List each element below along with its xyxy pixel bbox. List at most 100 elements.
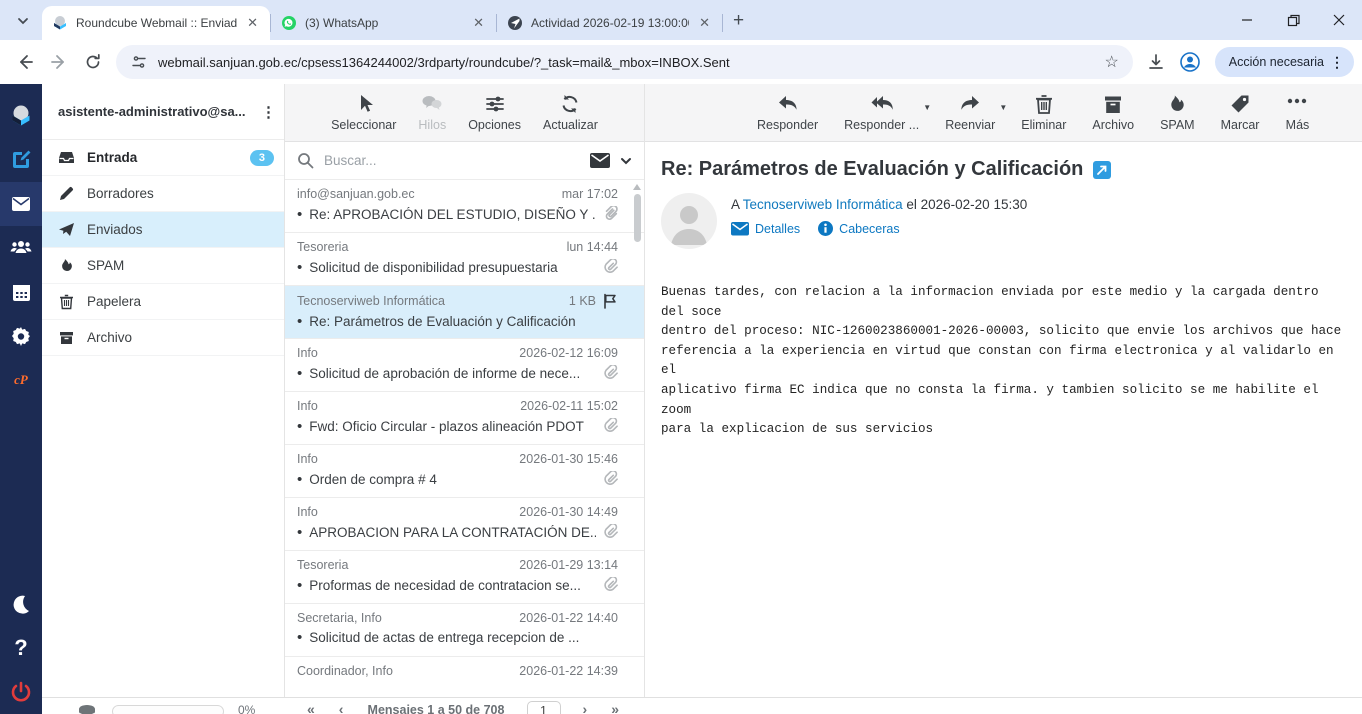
- spam-button[interactable]: SPAM: [1160, 93, 1195, 132]
- flame-icon: [1166, 93, 1188, 115]
- open-in-new-window-icon[interactable]: [1093, 161, 1111, 179]
- bookmark-star-icon[interactable]: ☆: [1104, 52, 1118, 72]
- reply-button[interactable]: Responder: [757, 93, 818, 132]
- account-header[interactable]: asistente-administrativo@sa... ⋮: [42, 84, 284, 140]
- more-button[interactable]: Más: [1285, 93, 1309, 132]
- search-input[interactable]: [324, 153, 580, 168]
- prev-page-button[interactable]: ‹: [327, 701, 356, 714]
- kebab-menu-icon[interactable]: ⋮: [1330, 54, 1344, 71]
- recipient-link[interactable]: Tecnoserviweb Informática: [743, 197, 903, 212]
- tab-close-icon[interactable]: ✕: [697, 15, 712, 31]
- message-body: Buenas tardes, con relacion a la informa…: [645, 257, 1362, 440]
- forward-button[interactable]: Reenviar ▼: [945, 93, 995, 132]
- details-button[interactable]: Detalles: [731, 222, 800, 236]
- help-icon[interactable]: ?: [0, 626, 42, 670]
- action-needed-chip[interactable]: Acción necesaria ⋮: [1215, 47, 1354, 77]
- message-row[interactable]: Tesorerialun 14:44 •Solicitud de disponi…: [285, 233, 644, 286]
- archive-button[interactable]: Archivo: [1092, 93, 1134, 132]
- attachment-icon: [603, 259, 618, 276]
- tab-whatsapp[interactable]: (3) WhatsApp ✕: [271, 6, 496, 40]
- tab-close-icon[interactable]: ✕: [471, 15, 486, 31]
- tab-list-chevron-button[interactable]: [8, 7, 38, 35]
- folder-archivo[interactable]: Archivo: [42, 320, 284, 356]
- folder-spam[interactable]: SPAM: [42, 248, 284, 284]
- url-text[interactable]: webmail.sanjuan.gob.ec/cpsess1364244002/…: [158, 55, 1094, 70]
- mark-button[interactable]: Marcar: [1221, 93, 1260, 132]
- message-date: 2026-01-22 14:39: [519, 664, 618, 678]
- options-button[interactable]: Opciones: [468, 93, 521, 132]
- tab-actividad[interactable]: Actividad 2026-02-19 13:00:00 ✕: [497, 6, 722, 40]
- message-row[interactable]: Info2026-01-30 14:49 •APROBACION PARA LA…: [285, 498, 644, 551]
- message-subject: Fwd: Oficio Circular - plazos alineación…: [309, 419, 596, 434]
- last-page-button[interactable]: »: [599, 701, 631, 714]
- message-rows: info@sanjuan.gob.ecmar 17:02 •Re: APROBA…: [285, 180, 644, 714]
- whatsapp-favicon: [281, 15, 297, 31]
- folder-enviados[interactable]: Enviados: [42, 212, 284, 248]
- headers-button[interactable]: Cabeceras: [818, 221, 899, 236]
- mail-nav-icon[interactable]: [0, 182, 42, 226]
- message-row[interactable]: info@sanjuan.gob.ecmar 17:02 •Re: APROBA…: [285, 180, 644, 233]
- profile-button[interactable]: [1173, 45, 1207, 79]
- search-scope-mail-icon[interactable]: [590, 153, 610, 169]
- downloads-button[interactable]: [1139, 45, 1173, 79]
- action-needed-label: Acción necesaria: [1229, 55, 1324, 69]
- unread-dot: •: [297, 210, 302, 220]
- minimize-button[interactable]: [1224, 0, 1270, 40]
- calendar-nav-icon[interactable]: [0, 270, 42, 314]
- unread-dot: •: [297, 369, 302, 379]
- refresh-icon: [559, 93, 581, 115]
- address-bar[interactable]: webmail.sanjuan.gob.ec/cpsess1364244002/…: [116, 45, 1133, 79]
- message-row[interactable]: Secretaria, Info2026-01-22 14:40 •Solici…: [285, 604, 644, 657]
- reply-all-button[interactable]: Responder ... ▼: [844, 93, 919, 132]
- logout-power-icon[interactable]: [0, 670, 42, 714]
- message-row[interactable]: Tesoreria2026-01-29 13:14 •Proformas de …: [285, 551, 644, 604]
- close-window-button[interactable]: [1316, 0, 1362, 40]
- dropdown-caret-icon[interactable]: ▼: [923, 103, 931, 112]
- tab-close-icon[interactable]: ✕: [245, 15, 260, 31]
- folder-borradores[interactable]: Borradores: [42, 176, 284, 212]
- next-page-button[interactable]: ›: [571, 701, 600, 714]
- first-page-button[interactable]: «: [295, 701, 327, 714]
- message-subject: Re: APROBACIÓN DEL ESTUDIO, DISEÑO Y ...: [309, 207, 596, 222]
- refresh-button[interactable]: Actualizar: [543, 93, 598, 132]
- new-tab-button[interactable]: +: [733, 10, 744, 32]
- quota-bar: [112, 705, 224, 714]
- list-scrollbar[interactable]: [631, 180, 643, 714]
- dropdown-caret-icon[interactable]: ▼: [999, 103, 1007, 112]
- message-row[interactable]: Info2026-01-30 15:46 •Orden de compra # …: [285, 445, 644, 498]
- message-list-pane: Seleccionar Hilos Opciones Actualizar: [285, 84, 645, 714]
- message-sender: Info: [297, 505, 511, 519]
- account-menu-icon[interactable]: ⋮: [261, 103, 276, 121]
- search-options-chevron-icon[interactable]: [620, 155, 632, 167]
- mail-toolbar: Responder Responder ... ▼ Reenviar ▼ Eli…: [645, 84, 1362, 142]
- page-number-input[interactable]: 1: [527, 701, 561, 714]
- dark-mode-moon-icon[interactable]: [0, 582, 42, 626]
- restore-button[interactable]: [1270, 0, 1316, 40]
- delete-button[interactable]: Eliminar: [1021, 93, 1066, 132]
- forward-button[interactable]: [42, 45, 76, 79]
- unread-dot: •: [297, 263, 302, 273]
- compose-icon[interactable]: [0, 138, 42, 182]
- back-button[interactable]: [8, 45, 42, 79]
- select-button[interactable]: Seleccionar: [331, 93, 396, 132]
- scrollbar-thumb[interactable]: [634, 194, 641, 242]
- storage-icon: [76, 703, 98, 714]
- tab-roundcube[interactable]: Roundcube Webmail :: Enviados ✕: [42, 6, 270, 40]
- message-row[interactable]: Info2026-02-12 16:09 •Solicitud de aprob…: [285, 339, 644, 392]
- reload-button[interactable]: [76, 45, 110, 79]
- scroll-up-arrow[interactable]: [633, 184, 641, 190]
- message-row-selected[interactable]: Tecnoserviweb Informática 1 KB •Re: Pará…: [285, 286, 644, 339]
- settings-gear-icon[interactable]: [0, 314, 42, 358]
- site-settings-icon[interactable]: [130, 53, 148, 71]
- folder-entrada[interactable]: Entrada 3: [42, 140, 284, 176]
- list-toolbar: Seleccionar Hilos Opciones Actualizar: [285, 84, 644, 142]
- unread-badge: 3: [250, 150, 274, 166]
- paper-plane-icon: [58, 221, 75, 238]
- threads-button[interactable]: Hilos: [418, 93, 446, 132]
- folder-papelera[interactable]: Papelera: [42, 284, 284, 320]
- flag-icon[interactable]: [602, 293, 618, 309]
- contacts-nav-icon[interactable]: [0, 226, 42, 270]
- message-row[interactable]: Info2026-02-11 15:02 •Fwd: Oficio Circul…: [285, 392, 644, 445]
- cpanel-icon[interactable]: cP: [0, 358, 42, 402]
- message-size: 1 KB: [569, 294, 596, 308]
